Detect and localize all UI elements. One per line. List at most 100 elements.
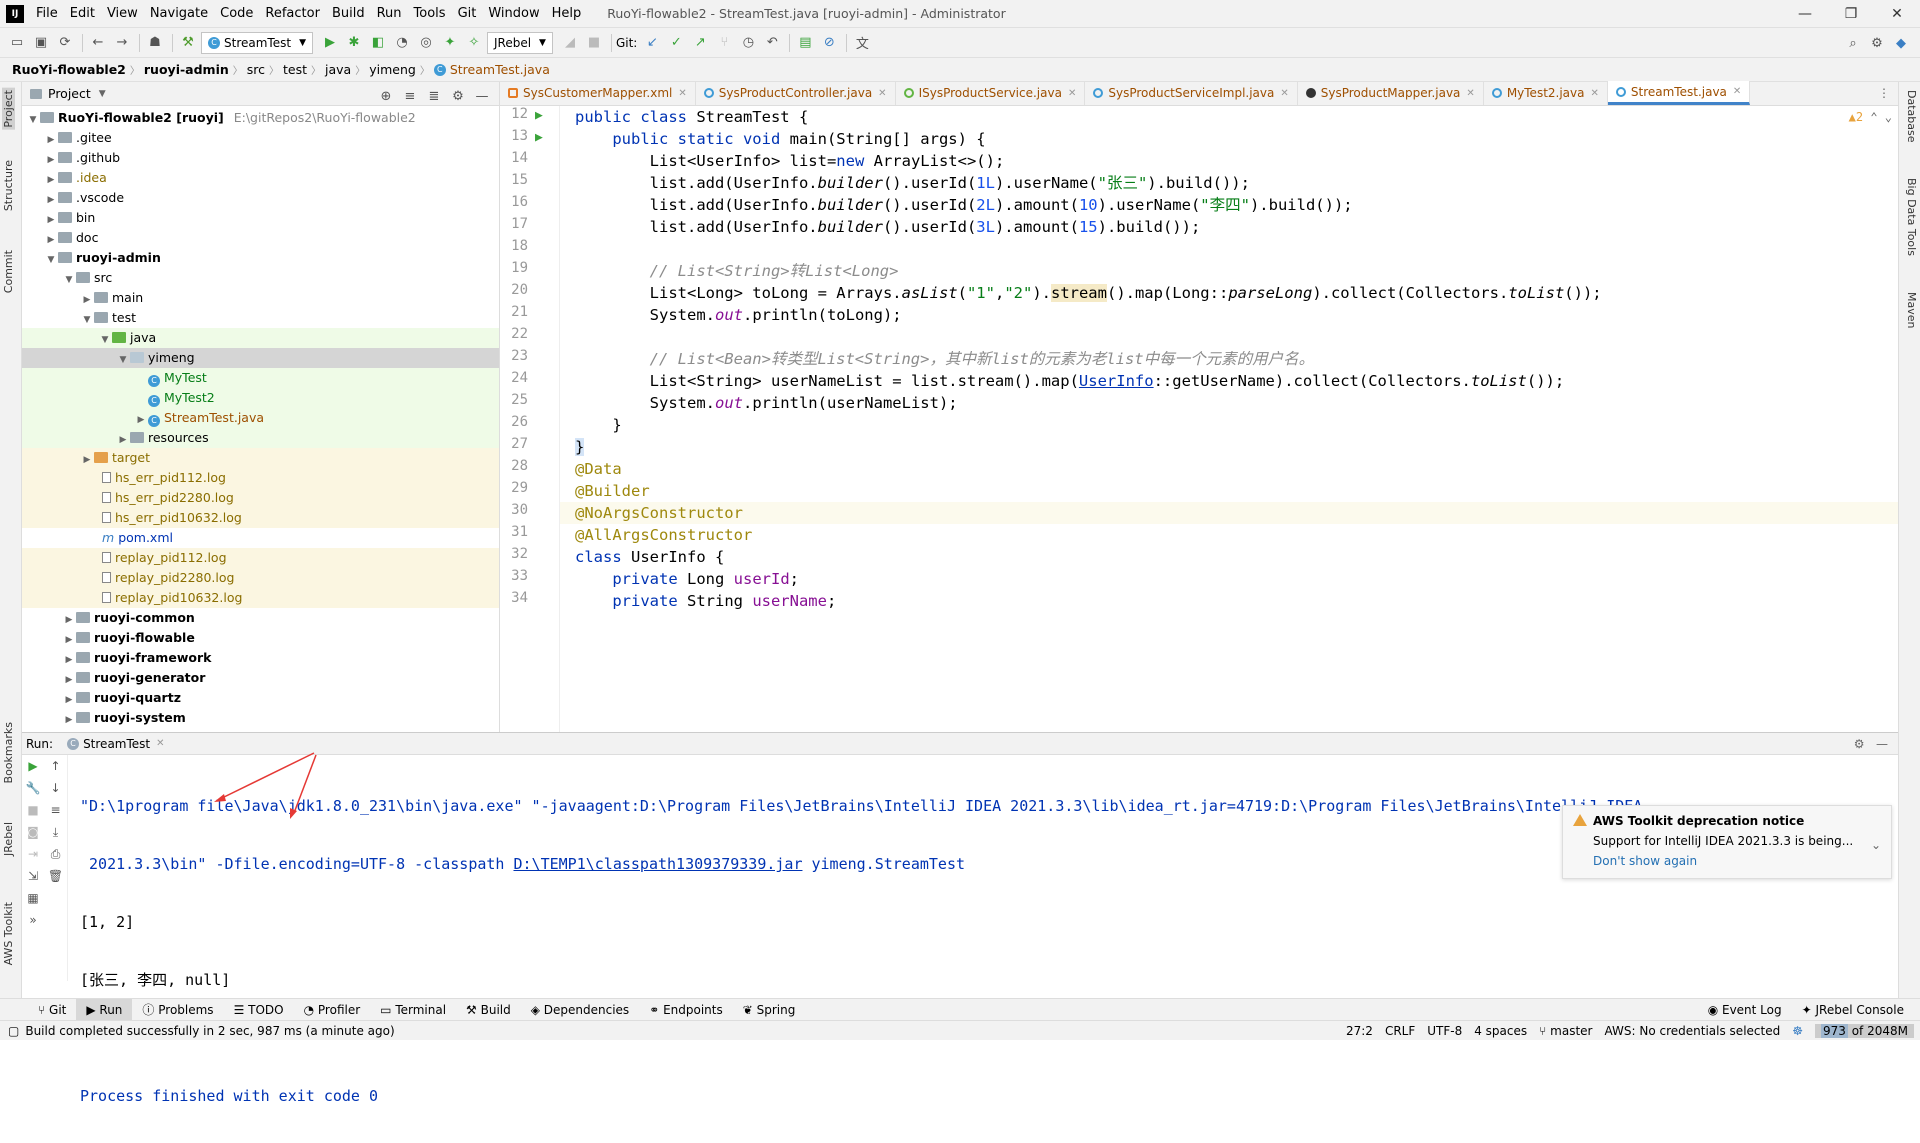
- caret-position[interactable]: 27:2: [1346, 1024, 1373, 1038]
- stop-icon[interactable]: ■: [22, 799, 44, 821]
- close-icon[interactable]: ✕: [878, 88, 886, 99]
- crumb-package[interactable]: yimeng: [369, 62, 416, 77]
- build-hammer-icon[interactable]: ⚒: [177, 32, 199, 54]
- tool-tab-database[interactable]: Database: [1905, 90, 1918, 143]
- aws-credentials[interactable]: AWS: No credentials selected: [1604, 1024, 1780, 1038]
- jrebel-run-icon[interactable]: ✦: [439, 32, 461, 54]
- tab-sysproductcontroller[interactable]: SysProductController.java ✕: [696, 81, 896, 105]
- tree-item[interactable]: ▶ .idea: [22, 168, 499, 188]
- coverage-icon[interactable]: ◧: [367, 32, 389, 54]
- settings-icon[interactable]: ⚙: [1866, 32, 1888, 54]
- wrench-icon[interactable]: 🔧: [22, 777, 44, 799]
- tree-item[interactable]: ▶ .vscode: [22, 188, 499, 208]
- tree-item[interactable]: replay_pid112.log: [22, 548, 499, 568]
- crumb-src[interactable]: src: [247, 62, 265, 77]
- tool-tab-structure[interactable]: Structure: [2, 160, 15, 211]
- git-commit-icon[interactable]: ✓: [665, 32, 687, 54]
- search-icon[interactable]: ⌕: [1842, 32, 1864, 54]
- git-branch[interactable]: ⑂ master: [1539, 1024, 1592, 1038]
- project-panel-title[interactable]: Project: [48, 86, 91, 101]
- tree-item[interactable]: ▶ .github: [22, 148, 499, 168]
- tool-tab-maven[interactable]: Maven: [1905, 292, 1918, 328]
- expand-all-icon[interactable]: ≡: [399, 85, 421, 107]
- tree-item[interactable]: ▶ target: [22, 448, 499, 468]
- crumb-java[interactable]: java: [325, 62, 351, 77]
- tool-tab-commit[interactable]: Commit: [2, 250, 15, 293]
- memory-indicator[interactable]: 973 of 2048M: [1814, 1024, 1914, 1038]
- tool-tab-problems[interactable]: ⓘ Problems: [132, 999, 223, 1021]
- tree-item[interactable]: replay_pid10632.log: [22, 588, 499, 608]
- rollback-icon[interactable]: ↶: [761, 32, 783, 54]
- tool-tab-jrebel-console[interactable]: ✦ JRebel Console: [1792, 999, 1914, 1021]
- tree-item[interactable]: ▶ .gitee: [22, 128, 499, 148]
- tab-mytest2[interactable]: MyTest2.java ✕: [1484, 81, 1608, 105]
- git-update-icon[interactable]: ↙: [641, 32, 663, 54]
- tool-tab-jrebel[interactable]: JRebel: [2, 822, 15, 856]
- code-area[interactable]: 12 13 14 15 16 17 18 19 20 21 22 23 24 2…: [500, 106, 1900, 732]
- status-message[interactable]: Build completed successfully in 2 sec, 9…: [25, 1024, 394, 1038]
- rerun-icon[interactable]: ▶: [22, 755, 44, 777]
- indent-setting[interactable]: 4 spaces: [1474, 1024, 1527, 1038]
- git-merge-icon[interactable]: ⑂: [713, 32, 735, 54]
- tree-item[interactable]: ▼ ruoyi-admin: [22, 248, 499, 268]
- tab-streamtest[interactable]: StreamTest.java ✕: [1607, 81, 1751, 105]
- classpath-link[interactable]: D:\TEMP1\classpath1309379339.jar: [513, 855, 802, 873]
- translate-icon[interactable]: 文: [851, 32, 873, 54]
- restore-icon[interactable]: ❐: [1828, 0, 1874, 28]
- tool-tab-endpoints[interactable]: ⚭ Endpoints: [639, 999, 733, 1021]
- inspection-widget[interactable]: ▲2 ⌃ ⌄: [1849, 110, 1892, 124]
- pin-icon[interactable]: »: [22, 909, 44, 931]
- camera-icon[interactable]: ◙: [22, 821, 44, 843]
- scroll-end-icon[interactable]: ⤓: [44, 821, 67, 843]
- file-encoding[interactable]: UTF-8: [1427, 1024, 1462, 1038]
- collapse-all-icon[interactable]: ≣: [423, 85, 445, 107]
- tool-tab-profiler[interactable]: ◔ Profiler: [294, 999, 371, 1021]
- tree-item[interactable]: ▶ main: [22, 288, 499, 308]
- tool-tab-spring[interactable]: ❦ Spring: [733, 999, 806, 1021]
- locate-icon[interactable]: ⊕: [375, 85, 397, 107]
- back-icon[interactable]: ←: [87, 32, 109, 54]
- jrebel-debug-icon[interactable]: ✧: [463, 32, 485, 54]
- git-push-icon[interactable]: ↗: [689, 32, 711, 54]
- tab-syscustomermapper[interactable]: SysCustomerMapper.xml ✕: [500, 81, 696, 105]
- jrebel-select[interactable]: JRebel ▼: [486, 31, 553, 54]
- menu-build[interactable]: Build: [326, 0, 371, 28]
- menu-run[interactable]: Run: [371, 0, 408, 28]
- tree-item[interactable]: hs_err_pid10632.log: [22, 508, 499, 528]
- diagram-icon[interactable]: ▤: [794, 32, 816, 54]
- exit-icon[interactable]: ⇥: [22, 843, 44, 865]
- close-icon[interactable]: ✕: [1733, 86, 1741, 97]
- run-gutter-icon[interactable]: ▶: [535, 130, 543, 145]
- close-icon[interactable]: ✕: [1591, 88, 1599, 99]
- tool-tab-git[interactable]: ⑂ Git: [28, 999, 76, 1021]
- run-config-select[interactable]: C StreamTest ▼: [201, 31, 313, 54]
- menu-file[interactable]: File: [30, 0, 64, 28]
- more-tabs-icon[interactable]: ⋮: [1878, 81, 1890, 105]
- more-run-icon[interactable]: ◎: [415, 32, 437, 54]
- tree-item[interactable]: C MyTest: [22, 368, 499, 388]
- trash-icon[interactable]: 🗑: [44, 865, 67, 887]
- tool-tab-build[interactable]: ⚒ Build: [456, 999, 521, 1021]
- attach-icon[interactable]: ◢: [559, 32, 581, 54]
- tool-tab-bookmarks[interactable]: Bookmarks: [2, 722, 15, 783]
- chevron-down-icon[interactable]: ▼: [99, 89, 106, 99]
- tab-sysproductmapper[interactable]: SysProductMapper.java ✕: [1298, 81, 1484, 105]
- tool-tab-run[interactable]: ▶ Run: [76, 998, 133, 1021]
- run-tab[interactable]: StreamTest: [83, 737, 150, 751]
- hide-icon[interactable]: —: [471, 85, 493, 107]
- close-icon[interactable]: ✕: [678, 88, 686, 99]
- layout-icon[interactable]: ▦: [22, 887, 44, 909]
- tree-item-selected[interactable]: ▼ yimeng: [22, 348, 499, 368]
- debug-icon[interactable]: ✱: [343, 32, 365, 54]
- close-icon[interactable]: ✕: [1068, 88, 1076, 99]
- menu-navigate[interactable]: Navigate: [144, 0, 214, 28]
- close-icon[interactable]: ✕: [1466, 88, 1474, 99]
- tree-item[interactable]: C MyTest2: [22, 388, 499, 408]
- tool-tab-aws-toolkit[interactable]: AWS Toolkit: [2, 902, 15, 965]
- close-icon[interactable]: ✕: [156, 738, 164, 749]
- tool-tab-dependencies[interactable]: ◈ Dependencies: [521, 999, 639, 1021]
- tree-item[interactable]: ▼ src: [22, 268, 499, 288]
- line-separator[interactable]: CRLF: [1385, 1024, 1415, 1038]
- tree-item[interactable]: ▶ ruoyi-common: [22, 608, 499, 628]
- gear-icon[interactable]: ⚙ —: [1854, 737, 1888, 751]
